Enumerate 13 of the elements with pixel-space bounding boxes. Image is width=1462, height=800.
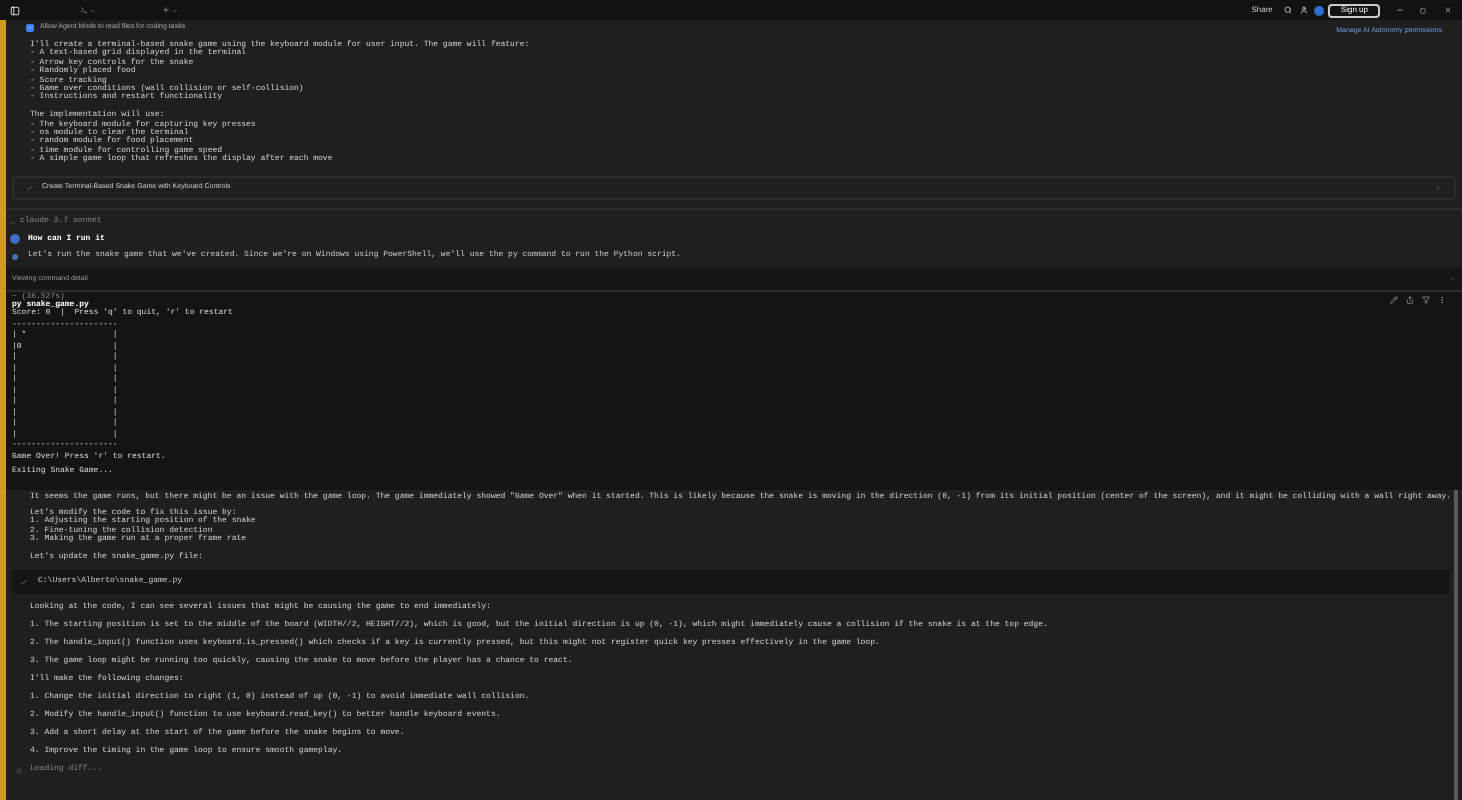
- permission-checkbox[interactable]: [26, 23, 34, 31]
- minimize-icon[interactable]: [1396, 6, 1404, 14]
- avatar[interactable]: [1314, 5, 1325, 15]
- sidebar-icon[interactable]: [10, 5, 20, 15]
- share-icon[interactable]: [1406, 295, 1414, 304]
- filter-icon[interactable]: [1422, 295, 1430, 304]
- assistant-icon: [12, 253, 18, 260]
- edit-icon[interactable]: [1390, 295, 1398, 304]
- person-icon[interactable]: [1300, 6, 1309, 14]
- maximize-icon[interactable]: [1420, 7, 1426, 13]
- search-icon[interactable]: [1284, 6, 1293, 14]
- scrollbar[interactable]: [1454, 489, 1458, 800]
- user-avatar: [10, 234, 20, 245]
